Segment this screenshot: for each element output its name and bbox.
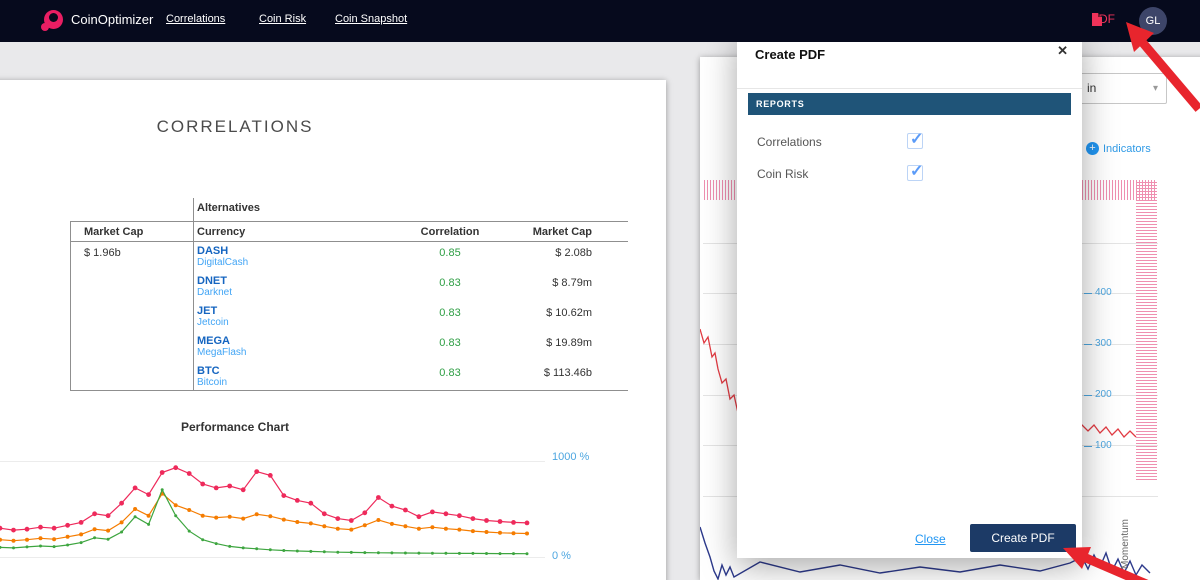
table-row: DNET Darknet 0.83 $ 8.79m [0,273,628,303]
performance-chart [0,450,545,580]
currency-name-link[interactable]: Darknet [197,287,232,298]
close-icon[interactable]: ✕ [1057,43,1068,59]
currency-symbol-link[interactable]: MEGA [197,335,230,347]
create-pdf-button[interactable]: Create PDF [970,524,1076,552]
table-border [70,221,628,222]
momentum-axis-title: Momentum [1120,469,1131,569]
table-row: BTC Bitcoin 0.83 $ 113.46b [0,363,628,393]
performance-chart-title: Performance Chart [181,420,289,434]
modal-divider [737,88,1082,89]
option-label-coin-risk: Coin Risk [757,167,808,181]
alt-market-cap-cell: $ 19.89m [500,337,592,349]
column-header-currency: Currency [197,226,245,238]
alt-market-cap-cell: $ 113.46b [500,367,592,379]
pdf-export-button[interactable]: PDF [1091,12,1115,26]
correlation-cell: 0.83 [410,367,490,379]
reports-section-header: REPORTS [748,93,1071,115]
axis-tick [1084,446,1092,447]
correlation-cell: 0.83 [410,337,490,349]
coin-risk-checkbox[interactable]: ✓ [907,165,923,181]
axis-tick [1084,395,1092,396]
y-axis-label: 200 [1095,389,1112,400]
table-border [70,241,628,242]
currency-symbol-link[interactable]: BTC [197,365,220,377]
alt-market-cap-cell: $ 2.08b [500,247,592,259]
column-header-market-cap: Market Cap [84,226,143,238]
table-row: $ 1.96b DASH DigitalCash 0.85 $ 2.08b [0,243,628,273]
brand[interactable]: CoinOptimizer [44,10,153,29]
currency-name-link[interactable]: Bitcoin [197,377,227,388]
y-axis-label: 400 [1095,287,1112,298]
indicators-label: Indicators [1103,143,1151,155]
alt-market-cap-cell: $ 8.79m [500,277,592,289]
correlation-cell: 0.83 [410,277,490,289]
market-cap-cell: $ 1.96b [84,247,121,259]
y-axis-min-label: 0 % [552,550,571,562]
chevron-down-icon: ▾ [1153,74,1158,103]
coin-select-value: in [1087,81,1096,95]
check-icon: ✓ [910,161,923,181]
currency-symbol-link[interactable]: JET [197,305,217,317]
create-pdf-modal: Create PDF ✕ REPORTS Correlations ✓ Coin… [737,32,1082,558]
alt-market-cap-cell: $ 10.62m [500,307,592,319]
close-link[interactable]: Close [915,532,946,546]
table-row: JET Jetcoin 0.83 $ 10.62m [0,303,628,333]
report-title: CORRELATIONS [157,117,314,137]
correlation-cell: 0.85 [410,247,490,259]
nav-coin-snapshot[interactable]: Coin Snapshot [335,13,407,25]
axis-tick [1084,344,1092,345]
y-axis-max-label: 1000 % [552,451,589,463]
user-avatar[interactable]: GL [1139,7,1167,35]
add-indicators-link[interactable]: + Indicators [1086,142,1151,155]
pdf-file-icon [1091,13,1102,26]
option-label-correlations: Correlations [757,135,822,149]
plus-circle-icon: + [1086,142,1099,155]
currency-name-link[interactable]: DigitalCash [197,257,248,268]
column-header-alt-market-cap: Market Cap [500,226,592,238]
coin-select[interactable]: in ▾ [1075,73,1167,104]
table-group-header: Alternatives [197,202,260,214]
correlations-report-content: CORRELATIONS Alternatives Market Cap Cur… [0,0,670,580]
nav-correlations[interactable]: Correlations [166,13,225,25]
currency-symbol-link[interactable]: DASH [197,245,228,257]
correlation-cell: 0.83 [410,307,490,319]
table-row: MEGA MegaFlash 0.83 $ 19.89m [0,333,628,363]
check-icon: ✓ [910,129,923,149]
currency-symbol-link[interactable]: DNET [197,275,227,287]
y-axis-label: 300 [1095,338,1112,349]
brand-name: CoinOptimizer [71,12,153,27]
app-canvas: 400 300 200 100 Momentum in ▾ + Indicato… [0,0,1200,580]
modal-title: Create PDF [755,47,825,62]
coinoptimizer-logo-icon [44,10,63,29]
currency-name-link[interactable]: Jetcoin [197,317,229,328]
correlations-checkbox[interactable]: ✓ [907,133,923,149]
column-header-correlation: Correlation [410,226,490,238]
axis-tick [1084,293,1092,294]
nav-coin-risk[interactable]: Coin Risk [259,13,306,25]
currency-name-link[interactable]: MegaFlash [197,347,246,358]
top-navbar: CoinOptimizer Correlations Coin Risk Coi… [0,0,1200,42]
y-axis-label: 100 [1095,440,1112,451]
